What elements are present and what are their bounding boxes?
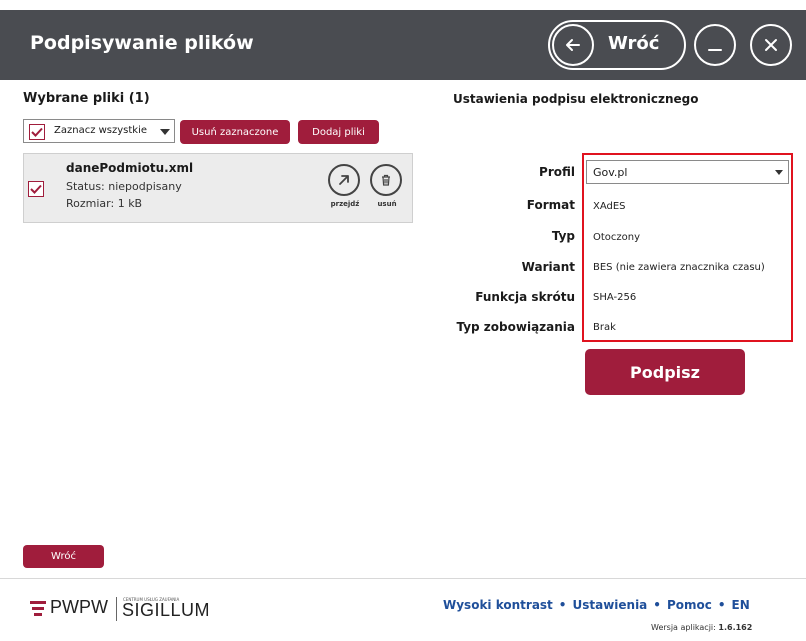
commitment-type-label: Typ zobowiązania [456,320,575,334]
variant-label: Wariant [521,260,575,274]
help-link[interactable]: Pomoc [667,598,712,612]
profile-select[interactable]: Gov.pl [586,160,789,184]
format-value: XAdES [593,201,626,212]
version-value: 1.6.162 [718,623,753,632]
close-button[interactable] [750,24,792,66]
variant-value: BES (nie zawiera znacznika czasu) [593,262,765,273]
sign-button[interactable]: Podpisz [585,349,745,395]
arrow-up-right-icon[interactable] [328,164,360,196]
trash-icon[interactable] [370,164,402,196]
delete-file-label: usuń [377,200,397,208]
delete-file-button[interactable]: usuń [370,164,404,208]
language-link[interactable]: EN [732,598,750,612]
commitment-type-value: Brak [593,322,616,333]
link-separator: • [558,598,567,612]
file-size: Rozmiar: 1 kB [66,197,143,210]
remove-selected-button[interactable]: Usuń zaznaczone [180,120,290,144]
checkbox-checked-icon[interactable] [29,124,45,140]
footer-links: Wysoki kontrast • Ustawienia • Pomoc • EN [443,598,750,612]
pwpw-eagle-logo-icon [30,601,46,616]
high-contrast-link[interactable]: Wysoki kontrast [443,598,553,612]
footer-divider [0,578,806,579]
link-separator: • [717,598,726,612]
minimize-icon [708,49,722,51]
file-name: danePodmiotu.xml [66,161,194,175]
logo-pwpw-text: PWPW [50,597,108,617]
checkbox-checked-icon[interactable] [28,181,44,197]
link-separator: • [653,598,661,612]
logo-separator [116,597,117,621]
file-status: Status: niepodpisany [66,180,182,193]
profile-label: Profil [539,165,575,179]
add-files-button[interactable]: Dodaj pliki [298,120,379,144]
select-all-label: Zaznacz wszystkie [54,125,148,136]
type-value: Otoczony [593,232,641,243]
type-label: Typ [551,229,575,243]
minimize-button[interactable] [694,24,736,66]
select-all-dropdown[interactable]: Zaznacz wszystkie [23,119,175,143]
hash-function-label: Funkcja skrótu [475,290,575,304]
go-to-file-label: przejdź [330,200,360,208]
back-button-label[interactable]: Wróć [608,33,659,54]
back-bottom-button[interactable]: Wróć [23,545,104,568]
arrow-left-icon[interactable] [552,24,594,66]
go-to-file-button[interactable]: przejdź [328,164,362,208]
logo-sigillum-text: SIGILLUM [122,600,211,620]
app-version: Wersja aplikacji: 1.6.162 [651,623,752,632]
close-icon [765,39,777,51]
files-heading: Wybrane pliki (1) [23,91,150,106]
version-label: Wersja aplikacji: [651,623,716,632]
hash-function-value: SHA-256 [593,292,637,303]
settings-heading: Ustawienia podpisu elektronicznego [453,92,699,106]
page-title: Podpisywanie plików [30,32,254,54]
settings-link[interactable]: Ustawienia [572,598,647,612]
profile-select-value: Gov.pl [593,166,628,179]
format-label: Format [526,198,575,212]
chevron-down-icon[interactable] [160,129,170,135]
chevron-down-icon[interactable] [775,170,783,175]
title-bar: Podpisywanie plików Wróć [0,10,806,80]
file-item: danePodmiotu.xml Status: niepodpisany Ro… [23,153,413,223]
